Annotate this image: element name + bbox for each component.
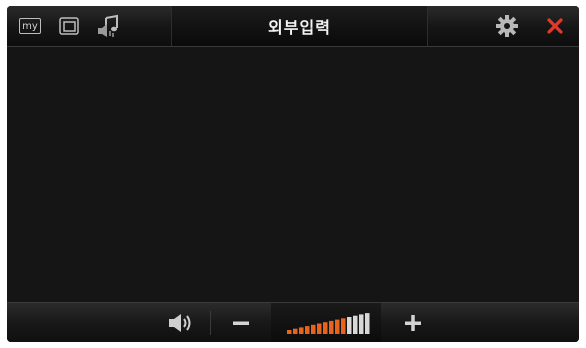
volume-bars xyxy=(287,313,370,334)
volume-level-indicator[interactable] xyxy=(271,303,381,342)
my-button[interactable]: my xyxy=(19,18,41,34)
close-icon xyxy=(547,18,563,34)
my-icon: my xyxy=(19,18,41,34)
volume-bar-segment xyxy=(311,324,316,334)
plus-icon xyxy=(405,315,421,331)
mute-button[interactable] xyxy=(167,310,197,336)
title-bar: 외부입력 xyxy=(171,6,428,46)
speaker-icon xyxy=(169,314,191,332)
top-bar: my 외부입력 xyxy=(7,6,579,47)
volume-bar-segment xyxy=(341,318,346,334)
volume-bar-segment xyxy=(347,317,352,334)
volume-down-button[interactable] xyxy=(227,311,255,335)
page-title: 외부입력 xyxy=(268,18,331,37)
volume-bar-segment xyxy=(317,323,322,334)
music-settings-icon xyxy=(98,14,118,37)
window-icon xyxy=(59,17,79,35)
settings-button[interactable] xyxy=(495,14,519,38)
app-window: my 외부입력 xyxy=(7,6,579,342)
gear-icon xyxy=(496,15,518,37)
minus-icon xyxy=(233,321,249,325)
video-display-area xyxy=(7,47,579,302)
volume-bar-segment xyxy=(353,315,358,334)
volume-bar-segment xyxy=(305,326,310,334)
volume-bar-segment xyxy=(299,327,304,334)
volume-bar-segment xyxy=(359,314,364,334)
top-right-toolbar xyxy=(429,6,579,46)
window-toggle-button[interactable] xyxy=(59,17,79,35)
volume-bar-segment xyxy=(287,330,292,334)
volume-bar-segment xyxy=(293,328,298,334)
divider xyxy=(210,311,211,335)
close-button[interactable] xyxy=(543,14,567,38)
top-left-toolbar: my xyxy=(7,6,153,46)
audio-settings-button[interactable] xyxy=(97,14,121,38)
volume-bar-segment xyxy=(365,313,370,334)
volume-control-bar xyxy=(7,302,579,342)
volume-bar-segment xyxy=(335,319,340,334)
volume-up-button[interactable] xyxy=(399,311,427,335)
volume-bar-segment xyxy=(323,322,328,334)
volume-bar-segment xyxy=(329,320,334,334)
